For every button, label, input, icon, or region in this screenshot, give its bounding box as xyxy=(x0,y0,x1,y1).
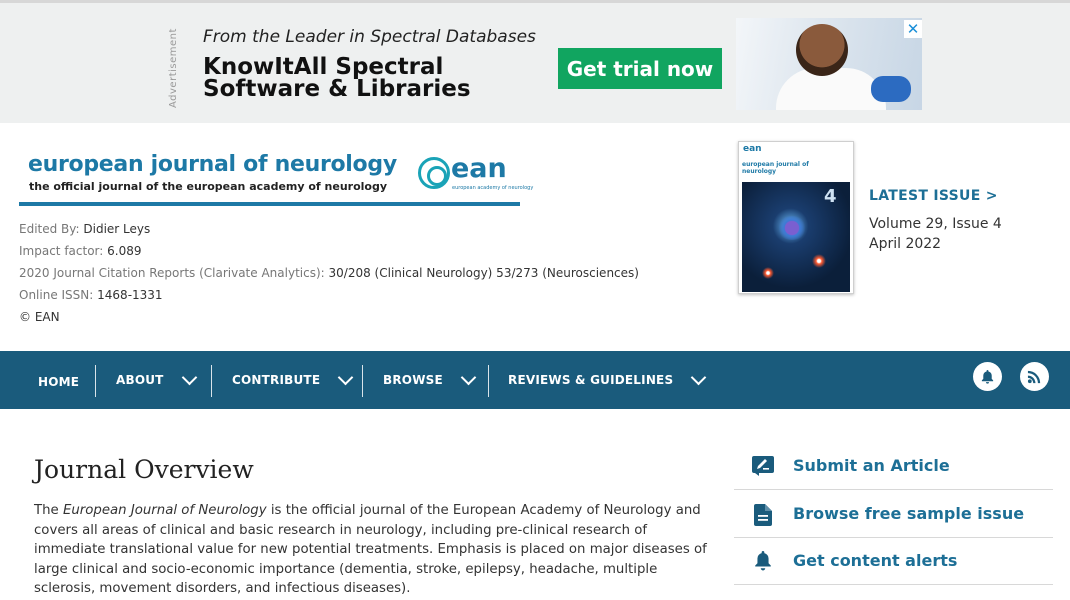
content-alerts-link[interactable]: Get content alerts xyxy=(734,538,1053,585)
meta-copyright: © EAN xyxy=(19,310,60,324)
advertisement-label: Advertisement xyxy=(168,28,179,108)
browse-sample-issue-label: Browse free sample issue xyxy=(793,504,1025,523)
meta-jcr: 2020 Journal Citation Reports (Clarivate… xyxy=(19,266,639,280)
nav-separator xyxy=(362,365,363,397)
content-alerts-label: Get content alerts xyxy=(793,551,958,570)
close-ad-icon[interactable]: ✕ xyxy=(904,20,922,38)
chevron-down-icon xyxy=(460,369,477,385)
meta-editor-value: Didier Leys xyxy=(83,222,151,236)
nav-contribute-label: CONTRIBUTE xyxy=(232,373,321,387)
meta-impact-value: 6.089 xyxy=(107,244,142,258)
ean-logo-word: ean xyxy=(451,153,507,184)
document-icon xyxy=(752,504,774,526)
ean-logo: ean european academy of neurology xyxy=(418,153,533,195)
journal-title: european journal of neurology xyxy=(28,152,397,177)
nav-separator xyxy=(95,365,96,397)
journal-overview-heading: Journal Overview xyxy=(34,455,254,484)
overview-journal-name: European Journal of Neurology xyxy=(62,503,267,518)
meta-impact: Impact factor: 6.089 xyxy=(19,244,142,258)
nav-contribute[interactable]: CONTRIBUTE xyxy=(232,351,354,409)
browse-sample-issue-link[interactable]: Browse free sample issue xyxy=(734,491,1053,538)
nav-about-label: ABOUT xyxy=(116,373,164,387)
journal-subtitle: the official journal of the european aca… xyxy=(29,180,388,193)
cover-issue-number: 4 xyxy=(824,186,837,207)
meta-issn-key: Online ISSN: xyxy=(19,288,94,302)
nav-home[interactable]: HOME xyxy=(38,351,79,409)
ean-logo-caption: european academy of neurology xyxy=(452,185,534,191)
submit-article-label: Submit an Article xyxy=(793,456,950,475)
nav-separator xyxy=(488,365,489,397)
nav-about[interactable]: ABOUT xyxy=(116,351,197,409)
ad-title: KnowItAll Spectral Software & Libraries xyxy=(203,54,471,102)
edit-article-icon xyxy=(752,456,774,478)
meta-jcr-value: 30/208 (Clinical Neurology) 53/273 (Neur… xyxy=(328,266,639,280)
nav-browse[interactable]: BROWSE xyxy=(383,351,477,409)
latest-issue-link[interactable]: LATEST ISSUE > xyxy=(869,188,998,204)
cover-ean-logo: ean xyxy=(743,144,762,154)
rss-feed-icon[interactable] xyxy=(1020,362,1049,391)
header-divider xyxy=(19,202,520,206)
bell-icon xyxy=(752,551,774,573)
nav-home-label: HOME xyxy=(38,374,80,389)
notifications-bell-icon[interactable] xyxy=(973,362,1002,391)
latest-issue-cover[interactable]: ean european journal of neurology 4 xyxy=(738,141,854,294)
meta-issn-value: 1468-1331 xyxy=(97,288,163,302)
nav-reviews-guidelines[interactable]: REVIEWS & GUIDELINES xyxy=(508,351,707,409)
ean-spiral-icon xyxy=(418,157,450,189)
main-nav: HOME ABOUT CONTRIBUTE BROWSE REVIEWS & G… xyxy=(0,351,1070,409)
journal-overview-text: The European Journal of Neurology is the… xyxy=(34,501,714,599)
overview-intro-pre: The xyxy=(34,503,63,518)
ad-scientist-image xyxy=(736,18,922,110)
meta-issn: Online ISSN: 1468-1331 xyxy=(19,288,163,302)
meta-jcr-key: 2020 Journal Citation Reports (Clarivate… xyxy=(19,266,325,280)
advertisement-banner[interactable]: Advertisement From the Leader in Spectra… xyxy=(0,0,1070,123)
chevron-down-icon xyxy=(337,369,354,385)
nav-separator xyxy=(211,365,212,397)
cover-title: european journal of neurology xyxy=(742,161,809,175)
cover-neuron-art: 4 xyxy=(742,182,850,292)
meta-editor-key: Edited By: xyxy=(19,222,80,236)
get-trial-button[interactable]: Get trial now xyxy=(558,48,722,89)
chevron-down-icon xyxy=(181,369,197,385)
submit-article-link[interactable]: Submit an Article xyxy=(734,443,1053,490)
nav-browse-label: BROWSE xyxy=(383,373,443,387)
latest-issue-volume: Volume 29, Issue 4 xyxy=(869,216,1002,232)
meta-editor: Edited By: Didier Leys xyxy=(19,222,150,236)
chevron-down-icon xyxy=(691,369,707,385)
ad-tagline: From the Leader in Spectral Databases xyxy=(203,27,536,47)
nav-reviews-label: REVIEWS & GUIDELINES xyxy=(508,373,674,387)
latest-issue-date: April 2022 xyxy=(869,236,942,252)
meta-impact-key: Impact factor: xyxy=(19,244,104,258)
